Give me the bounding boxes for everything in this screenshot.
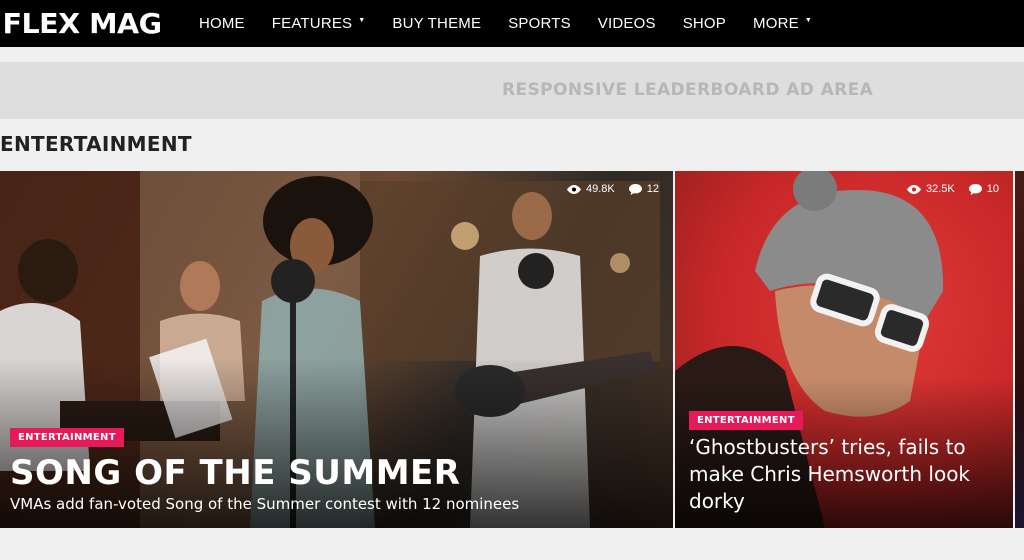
menu-item-buy-theme[interactable]: BUY THEME: [392, 15, 481, 32]
next-article-card-peek[interactable]: [1015, 171, 1024, 528]
comment-icon: [968, 183, 982, 195]
article-stats: 32.5K 10: [893, 183, 999, 195]
eye-icon: [567, 184, 581, 194]
caret-down-icon: ▼: [804, 17, 812, 24]
menu-item-home[interactable]: HOME: [199, 15, 245, 32]
menu-label: HOME: [198, 15, 245, 32]
menu-item-more[interactable]: MORE ▼: [753, 15, 812, 32]
comment-icon: [628, 183, 642, 195]
menu-label: BUY THEME: [392, 15, 482, 32]
menu-item-shop[interactable]: SHOP: [683, 15, 726, 32]
comments-count: 12: [646, 183, 659, 195]
menu-item-sports[interactable]: SPORTS: [508, 15, 571, 32]
menu-label: SHOP: [682, 15, 726, 32]
category-badge[interactable]: ENTERTAINMENT: [10, 428, 124, 447]
top-navbar: FLEX MAG HOME FEATURES ▼ BUY THEME SPORTS…: [0, 0, 1024, 47]
category-badge[interactable]: ENTERTAINMENT: [689, 411, 803, 430]
site-logo[interactable]: FLEX MAG: [2, 7, 162, 40]
leaderboard-ad[interactable]: RESPONSIVE LEADERBOARD AD AREA: [0, 62, 1024, 119]
comments-count: 10: [986, 183, 999, 195]
menu-item-videos[interactable]: VIDEOS: [598, 15, 656, 32]
views-count: 32.5K: [926, 183, 955, 195]
article-title[interactable]: ‘Ghostbusters’ tries, fails to make Chri…: [689, 434, 989, 515]
views-count: 49.8K: [586, 183, 615, 195]
ad-text: RESPONSIVE LEADERBOARD AD AREA: [502, 80, 874, 100]
menu-label: MORE: [753, 15, 799, 32]
article-stats: 49.8K 12: [553, 183, 659, 195]
caret-down-icon: ▼: [358, 17, 366, 24]
menu-label: FEATURES: [271, 15, 353, 32]
featured-article-card[interactable]: 49.8K 12 ENTERTAINMENT SONG OF THE SUMME…: [0, 171, 673, 528]
section-title: ENTERTAINMENT: [0, 132, 192, 156]
menu-label: VIDEOS: [597, 15, 656, 32]
side-article-card[interactable]: 32.5K 10 ENTERTAINMENT ‘Ghostbusters’ tr…: [675, 171, 1013, 528]
main-menu: HOME FEATURES ▼ BUY THEME SPORTS VIDEOS S…: [199, 0, 839, 47]
eye-icon: [907, 184, 921, 194]
views-stat: 32.5K: [907, 183, 955, 195]
menu-item-features[interactable]: FEATURES ▼: [272, 15, 366, 32]
comments-stat[interactable]: 10: [968, 183, 999, 195]
article-title[interactable]: SONG OF THE SUMMER: [10, 453, 460, 493]
menu-label: SPORTS: [508, 15, 571, 32]
comments-stat[interactable]: 12: [628, 183, 659, 195]
views-stat: 49.8K: [567, 183, 615, 195]
article-subtitle: VMAs add fan-voted Song of the Summer co…: [10, 495, 520, 513]
